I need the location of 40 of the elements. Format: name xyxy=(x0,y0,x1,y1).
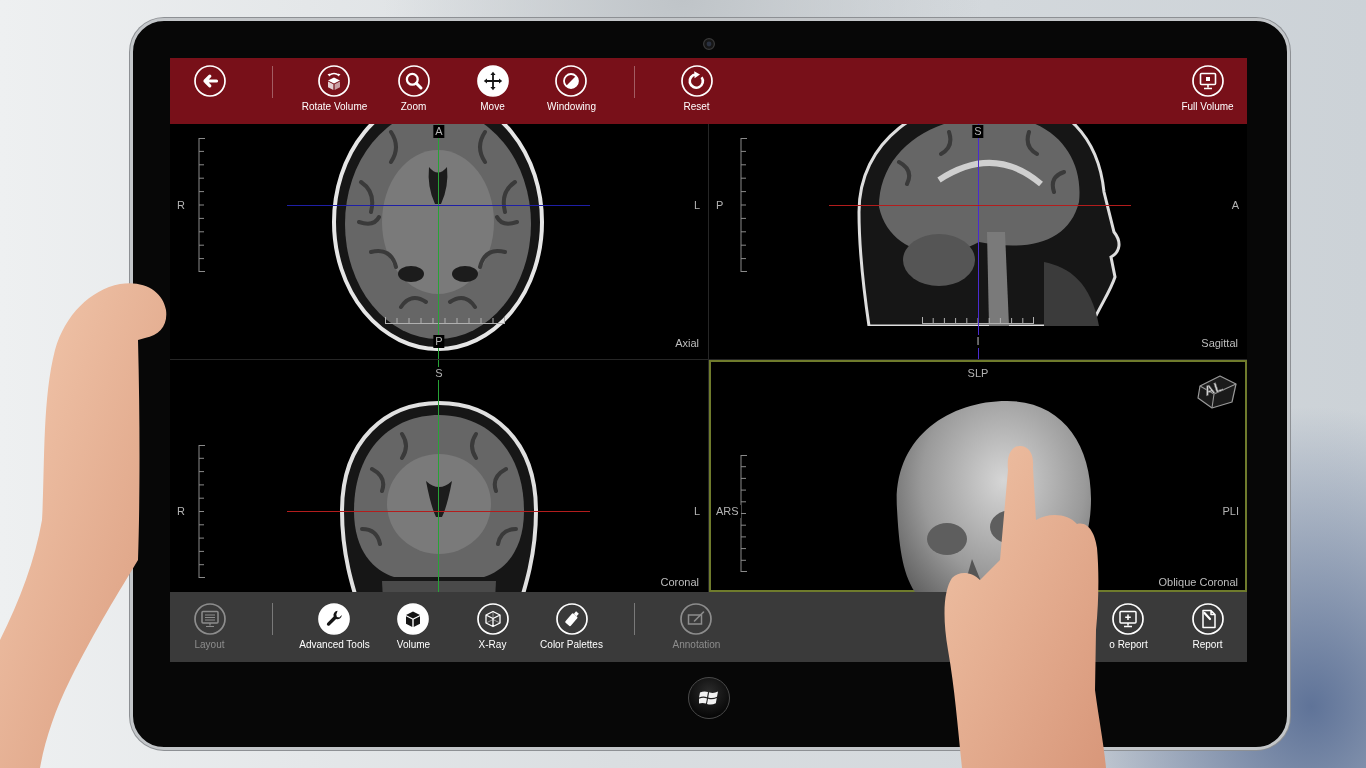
orientation-label: PLI xyxy=(1220,505,1241,518)
orientation-label: A xyxy=(1229,199,1241,212)
windows-logo-icon xyxy=(698,689,719,707)
rotate-volume-button[interactable]: Rotate Volume xyxy=(298,58,371,124)
viewport-panel[interactable]: SLP ARS PLI AL Oblique Coronal xyxy=(709,360,1247,592)
crosshair-line[interactable] xyxy=(438,360,439,592)
reset-button[interactable]: Reset xyxy=(677,58,716,124)
full-volume-button[interactable]: Full Volume xyxy=(1178,58,1237,124)
x-ray-button[interactable]: X-Ray xyxy=(473,592,512,662)
orientation-label: P xyxy=(714,199,726,212)
windowing-button[interactable]: Windowing xyxy=(544,58,599,124)
viewport-panel[interactable]: S R L Coronal xyxy=(170,360,708,592)
crosshair-line[interactable] xyxy=(438,124,439,359)
orientation-label: R xyxy=(175,505,187,518)
orientation-label: S xyxy=(972,125,984,138)
orientation-label: R xyxy=(175,199,187,212)
orientation-label: L xyxy=(691,505,702,518)
orientation-label: A xyxy=(433,125,445,138)
report-button[interactable]: Report xyxy=(1188,592,1227,662)
orientation-label: P xyxy=(433,335,445,348)
viewport-title: Sagittal xyxy=(1201,337,1238,350)
color-palettes-button[interactable]: Color Palettes xyxy=(537,592,606,662)
orientation-label: ARS xyxy=(714,505,741,518)
volume-button[interactable]: Volume xyxy=(393,592,434,662)
monitor-report-button[interactable]: o Report xyxy=(1106,592,1151,662)
orientation-label: I xyxy=(974,335,982,348)
viewport-title: Oblique Coronal xyxy=(1158,576,1238,589)
advanced-tools-button[interactable]: Advanced Tools xyxy=(296,592,373,662)
windows-button[interactable] xyxy=(687,677,730,719)
camera-icon xyxy=(702,38,715,50)
viewport-title: Axial xyxy=(675,337,699,350)
orientation-label: S xyxy=(433,367,445,380)
orientation-label: L xyxy=(691,199,702,212)
crosshair-line[interactable] xyxy=(978,124,979,359)
orientation-label: SLP xyxy=(965,367,991,380)
viewport-title: Coronal xyxy=(660,576,699,589)
move-button[interactable]: Move xyxy=(473,58,512,124)
viewport-panel[interactable]: S P A I Sagittal xyxy=(709,124,1247,359)
zoom-button[interactable]: Zoom xyxy=(394,58,433,124)
viewport-panel[interactable]: A R L P Axial xyxy=(170,124,708,359)
